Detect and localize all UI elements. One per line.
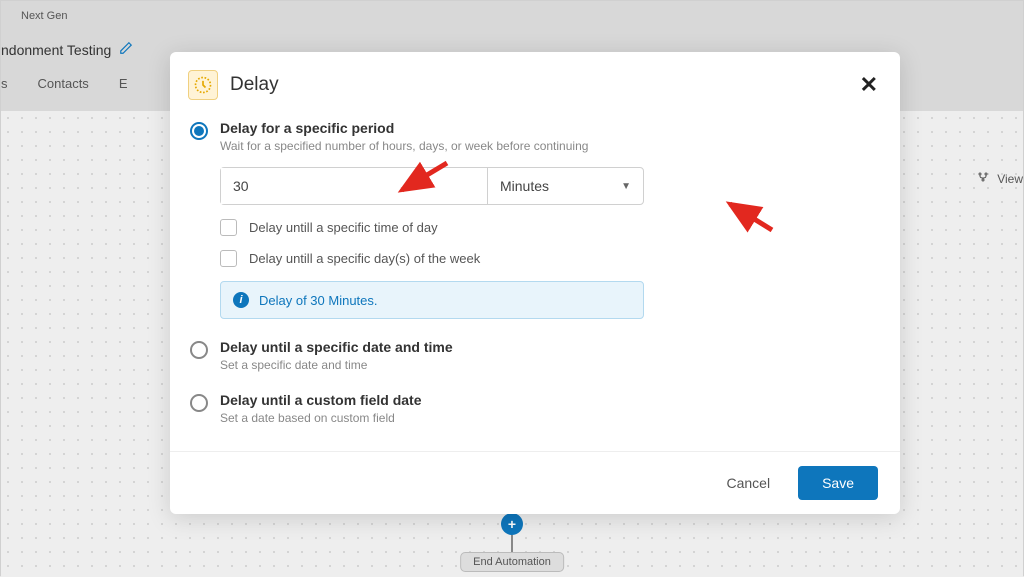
- close-icon[interactable]: ✕: [860, 72, 878, 98]
- radio-specific-period[interactable]: [190, 122, 208, 140]
- delay-unit-label: Minutes: [500, 178, 549, 194]
- checkbox-day-of-week[interactable]: [220, 250, 237, 267]
- clock-icon: [188, 70, 218, 100]
- radio-custom-field[interactable]: [190, 394, 208, 412]
- option-period-title: Delay for a specific period: [220, 120, 880, 136]
- info-text: Delay of 30 Minutes.: [259, 293, 378, 308]
- chevron-down-icon: ▼: [621, 181, 631, 192]
- radio-specific-date[interactable]: [190, 341, 208, 359]
- cancel-button[interactable]: Cancel: [716, 467, 780, 499]
- delay-value-input[interactable]: [221, 168, 488, 204]
- checkbox-time-of-day[interactable]: [220, 219, 237, 236]
- option-custom-title: Delay until a custom field date: [220, 392, 880, 408]
- delay-modal: Delay ✕ Delay for a specific period Wait…: [170, 52, 900, 514]
- save-button[interactable]: Save: [798, 466, 878, 500]
- info-banner: i Delay of 30 Minutes.: [220, 281, 644, 319]
- option-custom-desc: Set a date based on custom field: [220, 411, 880, 425]
- option-date-title: Delay until a specific date and time: [220, 339, 880, 355]
- info-icon: i: [233, 292, 249, 308]
- delay-unit-select[interactable]: Minutes ▼: [488, 168, 643, 204]
- checkbox-time-of-day-label: Delay untill a specific time of day: [249, 220, 438, 235]
- option-date-desc: Set a specific date and time: [220, 358, 880, 372]
- checkbox-day-of-week-label: Delay untill a specific day(s) of the we…: [249, 251, 480, 266]
- modal-title: Delay: [230, 74, 279, 96]
- option-period-desc: Wait for a specified number of hours, da…: [220, 139, 880, 153]
